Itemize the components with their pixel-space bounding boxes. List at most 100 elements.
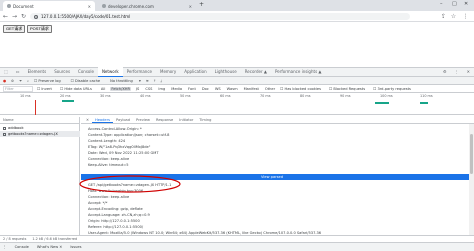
request-list-header[interactable]: Name xyxy=(0,117,80,124)
forward-icon[interactable]: → xyxy=(11,13,18,20)
view-parsed-link[interactable]: View parsed xyxy=(261,174,283,180)
ruler-tick: 40 ms xyxy=(140,94,151,98)
invert-checkbox[interactable]: ☐ Invert xyxy=(37,87,56,91)
record-icon[interactable]: ● xyxy=(3,79,6,83)
request-header-line: Accept: */* xyxy=(88,201,108,205)
response-header-line: Keep-Alive: timeout=5 xyxy=(88,163,129,167)
response-header-line: Access-Control-Allow-Origin: * xyxy=(88,127,142,131)
invert-label: Invert xyxy=(41,86,52,91)
ruler-tick: 110 ms xyxy=(420,94,433,98)
new-tab-icon[interactable]: + xyxy=(199,1,204,8)
drawer-tab-console[interactable]: Console xyxy=(15,245,29,249)
tab-headers[interactable]: Headers xyxy=(92,118,113,123)
tab-payload[interactable]: Payload xyxy=(113,118,133,122)
close-devtools-icon[interactable]: ✕ xyxy=(463,67,474,77)
menu-icon[interactable]: ⋮ xyxy=(462,13,469,20)
close-icon[interactable]: ✕ xyxy=(189,4,192,9)
panel-sources[interactable]: Sources xyxy=(50,67,74,77)
scrollbar-thumb[interactable] xyxy=(470,134,473,174)
search-icon[interactable]: ⌕ xyxy=(27,79,29,83)
panel-performance-insights[interactable]: Performance insights ▲ xyxy=(271,67,326,77)
back-icon[interactable]: ← xyxy=(2,13,9,20)
drawer-tab-whats-new[interactable]: What's New ✕ xyxy=(37,245,62,249)
request-row-getbooks[interactable]: getbooks?name=zdagen-JX xyxy=(0,131,80,137)
clear-icon[interactable]: ⊘ xyxy=(11,79,14,83)
type-ws[interactable]: WS xyxy=(214,87,222,91)
type-img[interactable]: Img xyxy=(157,87,166,91)
network-status-bar: 2 / 8 requests 1.2 kB / 6.6 kB transferr… xyxy=(0,235,474,242)
waterfall-bar xyxy=(420,102,428,104)
type-media[interactable]: Media xyxy=(170,87,183,91)
ruler-tick: 30 ms xyxy=(100,94,111,98)
blocked-cookies-checkbox[interactable]: ☐ Has blocked cookies xyxy=(280,87,325,91)
device-toggle-icon[interactable]: ▭ xyxy=(12,67,24,77)
tab-timing[interactable]: Timing xyxy=(196,118,214,122)
filter-input[interactable]: Filter xyxy=(3,85,33,92)
waterfall-bar xyxy=(375,102,389,104)
request-list: Name addbook getbooks?name=zdagen-JX xyxy=(0,117,80,235)
settings-icon[interactable]: ⚙ xyxy=(439,67,451,77)
response-header-line: Connection: keep-alive xyxy=(88,157,130,161)
share-icon[interactable]: ⇪ xyxy=(440,13,447,20)
maximize-icon[interactable]: □ xyxy=(452,1,457,7)
ruler-tick: 20 ms xyxy=(60,94,71,98)
filter-row: Filter ☐ Invert ☐ Hide data URLs All Fet… xyxy=(0,85,474,93)
request-icon xyxy=(3,126,6,130)
type-wasm[interactable]: Wasm xyxy=(226,87,239,91)
type-font[interactable]: Font xyxy=(187,87,197,91)
type-all[interactable]: All xyxy=(100,87,106,91)
drawer-menu-icon[interactable]: ⋮ xyxy=(3,245,7,249)
panel-performance[interactable]: Performance xyxy=(123,67,156,77)
type-fetch-xhr[interactable]: Fetch/XHR xyxy=(110,86,131,91)
drawer-tab-issues[interactable]: Issues xyxy=(70,245,81,249)
detail-scrollbar[interactable] xyxy=(469,124,474,235)
minimize-icon[interactable]: – xyxy=(440,1,443,7)
tab-developer-chrome[interactable]: developer.chrome.com ✕ xyxy=(98,1,196,11)
close-icon[interactable]: ✕ xyxy=(88,4,91,9)
reload-icon[interactable]: ↻ xyxy=(20,13,27,20)
throttling-select[interactable]: No throttling ▾ xyxy=(110,79,141,83)
tab-initiator[interactable]: Initiator xyxy=(176,118,196,122)
filter-icon[interactable]: ⏷ xyxy=(19,79,22,83)
request-header-line: Accept-Encoding: gzip, deflate xyxy=(88,207,143,211)
ruler-tick: 50 ms xyxy=(180,94,191,98)
devtools-toolbar: ⬚ ▭ Elements Sources Console Network Per… xyxy=(0,67,474,77)
response-header-line: Content-Type: application/json; charset=… xyxy=(88,133,170,137)
wifi-icon[interactable]: ≋ xyxy=(146,79,149,83)
type-js[interactable]: JS xyxy=(135,87,140,91)
devtools-drawer: ⋮ Console What's New ✕ Issues xyxy=(0,242,474,251)
post-request-button[interactable]: POST请求 xyxy=(27,25,52,33)
type-doc[interactable]: Doc xyxy=(201,87,210,91)
close-detail-icon[interactable]: ✕ xyxy=(83,118,92,122)
page-icon xyxy=(7,4,11,8)
hide-data-urls-checkbox[interactable]: ☐ Hide data URLs xyxy=(60,87,96,91)
request-header-line: Accept-Language: zh-CN,zh;q=0.9 xyxy=(88,213,150,217)
type-css[interactable]: CSS xyxy=(144,87,153,91)
type-manifest[interactable]: Manifest xyxy=(243,87,260,91)
disable-cache-checkbox[interactable]: ☐ Disable cache xyxy=(71,79,106,83)
get-request-button[interactable]: GET请求 xyxy=(3,25,26,33)
type-other[interactable]: Other xyxy=(264,87,276,91)
panel-memory[interactable]: Memory xyxy=(156,67,180,77)
info-icon[interactable]: i xyxy=(34,14,38,19)
blocked-requests-checkbox[interactable]: ☐ Blocked Requests xyxy=(329,87,369,91)
tab-title: developer.chrome.com xyxy=(108,3,154,9)
panel-elements[interactable]: Elements xyxy=(24,67,51,77)
panel-console[interactable]: Console xyxy=(74,67,98,77)
import-icon[interactable]: ⤒ xyxy=(154,79,156,83)
tab-response[interactable]: Response xyxy=(153,118,176,122)
panel-network[interactable]: Network xyxy=(97,67,123,77)
tab-preview[interactable]: Preview xyxy=(133,118,153,122)
more-icon[interactable]: ⋮ xyxy=(451,67,463,77)
preserve-log-checkbox[interactable]: ☐ Preserve log xyxy=(34,79,66,83)
panel-recorder[interactable]: Recorder ▲ xyxy=(241,67,271,77)
tab-document[interactable]: Document ✕ xyxy=(3,1,95,11)
third-party-checkbox[interactable]: ☐ 3rd-party requests xyxy=(373,87,415,91)
panel-application[interactable]: Application xyxy=(180,67,210,77)
inspect-icon[interactable]: ⬚ xyxy=(0,67,12,77)
url-field[interactable]: i 127.0.0.1:5500/AJAX/day5/code/01.test.… xyxy=(30,13,410,20)
bookmark-icon[interactable]: ☆ xyxy=(450,13,457,20)
window-close-icon[interactable]: ✕ xyxy=(464,1,468,7)
panel-lighthouse[interactable]: Lighthouse xyxy=(211,67,241,77)
export-icon[interactable]: ⤓ xyxy=(160,79,162,83)
